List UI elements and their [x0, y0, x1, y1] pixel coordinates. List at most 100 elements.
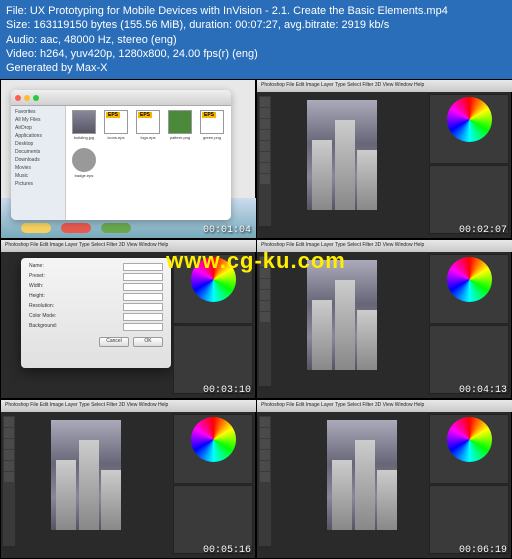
- file-icon[interactable]: building.jpg: [70, 110, 98, 144]
- sidebar-item[interactable]: Music: [13, 172, 63, 180]
- tool-icon[interactable]: [260, 290, 270, 300]
- thumbnail-2: Photoshop File Edit Image Layer Type Sel…: [256, 79, 512, 239]
- width-input[interactable]: [123, 283, 163, 291]
- ps-toolbar: [259, 96, 271, 226]
- finder-content: building.jpg icons.eps logo.eps pattern.…: [66, 106, 231, 220]
- file-line: File: UX Prototyping for Mobile Devices …: [6, 4, 506, 18]
- building-shape: [357, 310, 377, 370]
- ps-canvas[interactable]: [307, 100, 377, 210]
- eraser-tool-icon[interactable]: [260, 152, 270, 162]
- bg-label: Background:: [29, 323, 57, 331]
- metadata-header: File: UX Prototyping for Mobile Devices …: [0, 0, 512, 79]
- timestamp: 00:06:19: [459, 545, 507, 556]
- ps-menubar[interactable]: Photoshop File Edit Image Layer Type Sel…: [257, 80, 512, 92]
- color-panel[interactable]: [173, 414, 253, 484]
- resolution-input[interactable]: [123, 303, 163, 311]
- building-shape: [355, 440, 375, 530]
- thumbnail-5: Photoshop File Edit Image Layer Type Sel…: [0, 399, 256, 559]
- ps-canvas[interactable]: [307, 260, 377, 370]
- ps-toolbar: [259, 256, 271, 386]
- tool-icon[interactable]: [260, 450, 270, 460]
- timestamp: 00:02:07: [459, 225, 507, 236]
- bg-input[interactable]: [123, 323, 163, 331]
- preset-input[interactable]: [123, 273, 163, 281]
- sidebar-item[interactable]: Movies: [13, 164, 63, 172]
- height-label: Height:: [29, 293, 45, 301]
- brush-tool-icon[interactable]: [260, 141, 270, 151]
- sidebar-item[interactable]: AirDrop: [13, 124, 63, 132]
- ps-panels: [173, 414, 253, 554]
- timestamp: 00:01:04: [203, 225, 251, 236]
- minimize-icon[interactable]: [24, 95, 30, 101]
- tool-icon[interactable]: [4, 428, 14, 438]
- building-shape: [377, 470, 397, 530]
- sidebar-item[interactable]: Documents: [13, 148, 63, 156]
- finder-window: Favorites All My Files AirDrop Applicati…: [11, 90, 231, 220]
- desk-ruler: [101, 223, 131, 233]
- dialog-row: Resolution:: [25, 302, 167, 312]
- building-shape: [101, 470, 121, 530]
- ps-canvas[interactable]: [327, 420, 397, 530]
- ps-canvas[interactable]: [51, 420, 121, 530]
- generator-line: Generated by Max-X: [6, 61, 506, 75]
- timestamp: 00:03:10: [203, 385, 251, 396]
- tool-icon[interactable]: [260, 417, 270, 427]
- tool-icon[interactable]: [4, 461, 14, 471]
- tool-icon[interactable]: [4, 450, 14, 460]
- file-icon[interactable]: green.png: [198, 110, 226, 144]
- tool-icon[interactable]: [260, 428, 270, 438]
- building-shape: [312, 140, 332, 210]
- zoom-tool-icon[interactable]: [260, 174, 270, 184]
- sidebar-item[interactable]: Applications: [13, 132, 63, 140]
- layers-panel[interactable]: [429, 485, 509, 555]
- layers-panel[interactable]: [173, 485, 253, 555]
- marquee-tool-icon[interactable]: [260, 108, 270, 118]
- color-panel[interactable]: [429, 414, 509, 484]
- height-input[interactable]: [123, 293, 163, 301]
- tool-icon[interactable]: [260, 472, 270, 482]
- tool-icon[interactable]: [4, 472, 14, 482]
- sidebar-item[interactable]: All My Files: [13, 116, 63, 124]
- file-icon[interactable]: pattern.png: [166, 110, 194, 144]
- ps-menubar[interactable]: Photoshop File Edit Image Layer Type Sel…: [257, 400, 512, 412]
- tool-icon[interactable]: [4, 439, 14, 449]
- ps-panels: [429, 414, 509, 554]
- sidebar-item[interactable]: Pictures: [13, 180, 63, 188]
- colormode-input[interactable]: [123, 313, 163, 321]
- tool-icon[interactable]: [4, 417, 14, 427]
- color-wheel-icon[interactable]: [447, 417, 492, 462]
- color-wheel-icon[interactable]: [447, 97, 492, 142]
- file-icon[interactable]: icons.eps: [102, 110, 130, 144]
- move-tool-icon[interactable]: [260, 97, 270, 107]
- desk-pencil: [21, 223, 51, 233]
- file-icon[interactable]: logo.eps: [134, 110, 162, 144]
- building-shape: [56, 460, 76, 530]
- sidebar-item[interactable]: Desktop: [13, 140, 63, 148]
- building-shape: [312, 300, 332, 370]
- ps-menubar[interactable]: Photoshop File Edit Image Layer Type Sel…: [1, 400, 257, 412]
- text-tool-icon[interactable]: [260, 163, 270, 173]
- color-panel[interactable]: [429, 94, 509, 164]
- watermark-text: www.cg-ku.com: [0, 248, 512, 274]
- close-icon[interactable]: [15, 95, 21, 101]
- ps-panels: [429, 254, 509, 394]
- cancel-button[interactable]: Cancel: [99, 337, 129, 347]
- thumbnail-1: Favorites All My Files AirDrop Applicati…: [0, 79, 256, 239]
- crop-tool-icon[interactable]: [260, 130, 270, 140]
- width-label: Width:: [29, 283, 43, 291]
- tool-icon[interactable]: [260, 461, 270, 471]
- sidebar-item[interactable]: Favorites: [13, 108, 63, 116]
- tool-icon[interactable]: [260, 301, 270, 311]
- tool-icon[interactable]: [260, 279, 270, 289]
- tool-icon[interactable]: [260, 312, 270, 322]
- ok-button[interactable]: OK: [133, 337, 163, 347]
- color-wheel-icon[interactable]: [191, 417, 236, 462]
- lasso-tool-icon[interactable]: [260, 119, 270, 129]
- tool-icon[interactable]: [260, 439, 270, 449]
- sidebar-item[interactable]: Downloads: [13, 156, 63, 164]
- file-icon[interactable]: badge.eps: [70, 148, 98, 182]
- finder-body: Favorites All My Files AirDrop Applicati…: [11, 106, 231, 220]
- maximize-icon[interactable]: [33, 95, 39, 101]
- finder-titlebar: [11, 90, 231, 106]
- thumbnail-6: Photoshop File Edit Image Layer Type Sel…: [256, 399, 512, 559]
